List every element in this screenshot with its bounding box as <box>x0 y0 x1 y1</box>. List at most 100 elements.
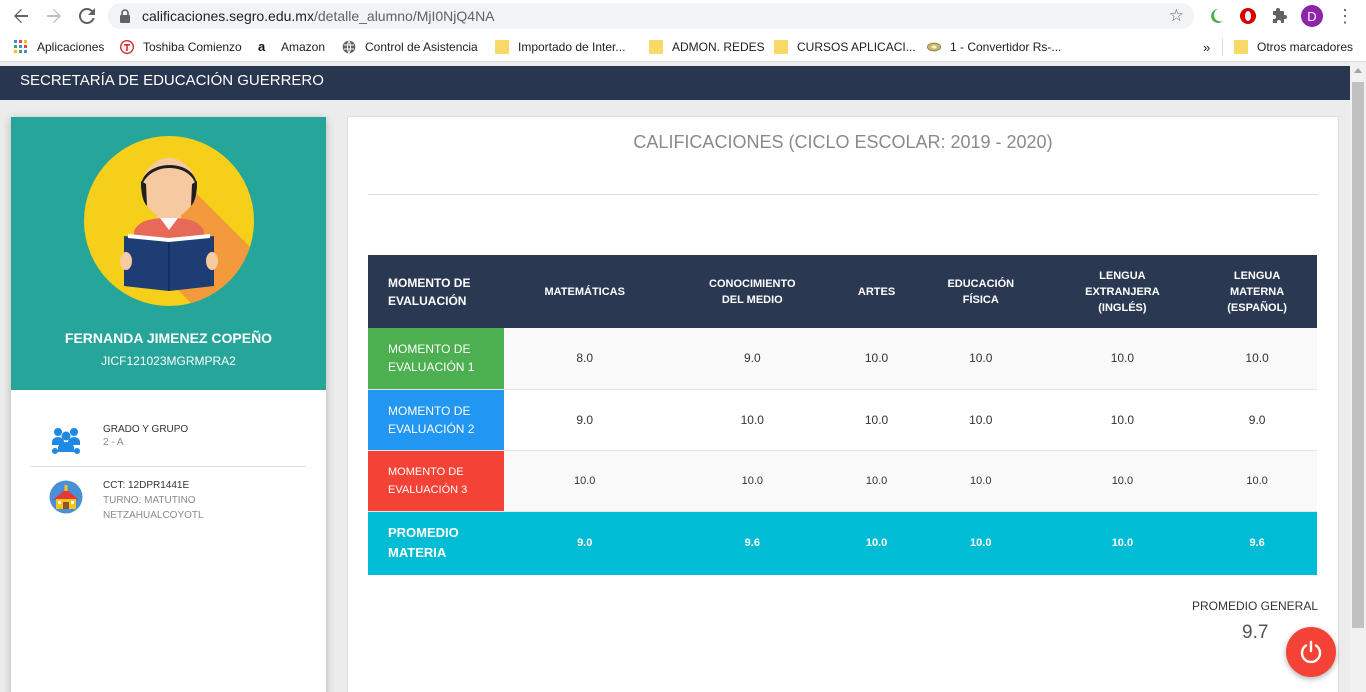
other-bookmarks-folder[interactable]: Otros marcadores <box>1234 39 1353 55</box>
table-header-row: MOMENTO DE EVALUACIÓN MATEMÁTICAS CONOCIM… <box>368 255 1317 328</box>
grade-cell: 10.0 <box>839 389 914 451</box>
page-scrollbar[interactable] <box>1350 62 1366 692</box>
average-cell: 9.6 <box>665 511 840 575</box>
group-label: GRADO Y GRUPO <box>103 424 189 435</box>
shift-label: TURNO: MATUTINO <box>103 495 196 506</box>
grade-cell: 10.0 <box>913 450 1048 512</box>
extensions-puzzle-icon[interactable] <box>1270 6 1290 26</box>
scrollbar-thumb[interactable] <box>1352 82 1364 628</box>
average-cell: 10.0 <box>913 511 1048 575</box>
student-profile-card: FERNANDA JIMENEZ COPEÑO JICF121023MGRMPR… <box>11 117 326 692</box>
more-bookmarks-button[interactable]: » <box>1203 39 1210 55</box>
grade-cell: 10.0 <box>1047 328 1198 390</box>
general-average-value: 9.7 <box>1242 622 1269 643</box>
cct-label: CCT: 12DPR1441E <box>103 480 190 491</box>
browser-menu-icon[interactable]: ⋮ <box>1336 5 1354 27</box>
bookmark-toshiba[interactable]: Toshiba Comienzo <box>120 39 242 55</box>
group-people-icon <box>52 428 80 454</box>
power-icon <box>1300 640 1322 664</box>
grade-cell: 10.0 <box>504 450 666 512</box>
globe-icon <box>342 40 356 54</box>
logout-button[interactable] <box>1286 627 1336 677</box>
url-text: calificaciones.segro.edu.mx/detalle_alum… <box>142 8 495 24</box>
average-label-cell: PROMEDIO MATERIA <box>368 511 504 575</box>
average-cell: 10.0 <box>839 511 914 575</box>
grade-cell: 10.0 <box>913 328 1048 390</box>
student-name: FERNANDA JIMENEZ COPEÑO <box>64 330 273 346</box>
grade-cell: 10.0 <box>1197 328 1317 390</box>
moment-cell: MOMENTO DE EVALUACIÓN 3 <box>368 450 504 512</box>
extension-crescent-icon[interactable] <box>1206 6 1226 26</box>
school-building-icon <box>49 480 83 514</box>
site-title: SECRETARÍA DE EDUCACIÓN GUERRERO <box>20 72 324 89</box>
back-arrow-icon[interactable] <box>9 4 33 28</box>
bookmark-aplicaciones[interactable]: Aplicaciones <box>14 39 104 55</box>
header-artes: ARTES <box>839 255 914 328</box>
profile-header: FERNANDA JIMENEZ COPEÑO JICF121023MGRMPR… <box>11 117 326 390</box>
school-info: CCT: 12DPR1441E TURNO: MATUTINO NETZAHUA… <box>49 480 309 530</box>
profile-avatar[interactable]: D <box>1301 5 1323 27</box>
group-value: 2 - A <box>103 437 124 448</box>
student-curp: JICF121023MGRMPRA2 <box>101 354 236 368</box>
folder-icon <box>649 40 663 54</box>
folder-icon <box>495 40 509 54</box>
browser-toolbar: calificaciones.segro.edu.mx/detalle_alum… <box>0 0 1366 32</box>
bookmark-convertidor[interactable]: 1 - Convertidor Rs-... <box>927 39 1061 55</box>
average-cell: 9.0 <box>504 511 666 575</box>
amazon-icon: a <box>258 39 266 54</box>
forward-arrow-icon[interactable] <box>42 4 66 28</box>
bookmarks-bar: Aplicaciones Toshiba Comienzo a Amazon C… <box>0 32 1366 62</box>
grade-cell: 9.0 <box>504 389 666 451</box>
grade-cell: 10.0 <box>1047 389 1198 451</box>
reload-icon[interactable] <box>75 4 99 28</box>
toshiba-icon <box>120 40 134 54</box>
bookmarks-separator <box>1222 38 1223 56</box>
scroll-up-arrow-icon[interactable] <box>1354 68 1362 73</box>
folder-icon <box>1234 40 1248 54</box>
grade-cell: 8.0 <box>504 328 666 390</box>
bookmark-control-asistencia[interactable]: Control de Asistencia <box>342 39 478 55</box>
student-reading-avatar-icon <box>84 136 254 306</box>
bookmark-star-icon[interactable]: ☆ <box>1169 6 1184 26</box>
extension-opera-icon[interactable] <box>1238 6 1258 26</box>
header-matematicas: MATEMÁTICAS <box>504 255 666 328</box>
apps-grid-icon <box>14 40 27 53</box>
title-divider <box>368 194 1318 195</box>
bookmark-folder-cursos[interactable]: CURSOS APLICACI... <box>774 39 916 55</box>
grade-cell: 10.0 <box>665 450 840 512</box>
grade-cell: 10.0 <box>1197 450 1317 512</box>
lock-icon <box>120 9 130 23</box>
grades-table: MOMENTO DE EVALUACIÓN MATEMÁTICAS CONOCIM… <box>368 255 1317 575</box>
header-educacion-fisica: EDUCACIÓN FÍSICA <box>913 255 1048 328</box>
info-divider <box>31 466 306 467</box>
folder-icon <box>774 40 788 54</box>
general-average-label: PROMEDIO GENERAL <box>1192 599 1319 613</box>
group-info: GRADO Y GRUPO 2 - A <box>49 424 309 464</box>
table-row: MOMENTO DE EVALUACIÓN 2 9.0 10.0 10.0 10.… <box>368 389 1317 451</box>
grades-card: CALIFICACIONES (CICLO ESCOLAR: 2019 - 20… <box>347 116 1339 692</box>
average-cell: 10.0 <box>1047 511 1198 575</box>
average-row: PROMEDIO MATERIA 9.0 9.6 10.0 10.0 10.0 9… <box>368 511 1317 575</box>
grade-cell: 10.0 <box>1047 450 1198 512</box>
header-lengua-extranjera: LENGUA EXTRANJERA (INGLÉS) <box>1047 255 1198 328</box>
bookmark-folder-admon-redes[interactable]: ADMON. REDES <box>649 39 765 55</box>
bookmark-folder-importado[interactable]: Importado de Inter... <box>495 39 625 55</box>
site-header: SECRETARÍA DE EDUCACIÓN GUERRERO <box>0 66 1350 100</box>
grade-cell: 10.0 <box>839 450 914 512</box>
header-conocimiento-medio: CONOCIMIENTO DEL MEDIO <box>665 255 840 328</box>
grade-cell: 9.0 <box>1197 389 1317 451</box>
moment-cell: MOMENTO DE EVALUACIÓN 1 <box>368 328 504 390</box>
grade-cell: 10.0 <box>839 328 914 390</box>
school-location: NETZAHUALCOYOTL <box>103 510 204 521</box>
header-lengua-materna: LENGUA MATERNA (ESPAÑOL) <box>1197 255 1317 328</box>
moment-cell: MOMENTO DE EVALUACIÓN 2 <box>368 389 504 451</box>
grade-cell: 9.0 <box>665 328 840 390</box>
address-bar[interactable]: calificaciones.segro.edu.mx/detalle_alum… <box>108 3 1194 29</box>
grades-title: CALIFICACIONES (CICLO ESCOLAR: 2019 - 20… <box>633 132 1053 152</box>
site-icon <box>927 42 941 52</box>
page-viewport: SECRETARÍA DE EDUCACIÓN GUERRERO FERNAND… <box>0 62 1350 692</box>
bookmark-amazon[interactable]: a Amazon <box>258 39 325 55</box>
table-row: MOMENTO DE EVALUACIÓN 3 10.0 10.0 10.0 10… <box>368 450 1317 512</box>
grade-cell: 10.0 <box>913 389 1048 451</box>
header-momento: MOMENTO DE EVALUACIÓN <box>368 255 504 328</box>
